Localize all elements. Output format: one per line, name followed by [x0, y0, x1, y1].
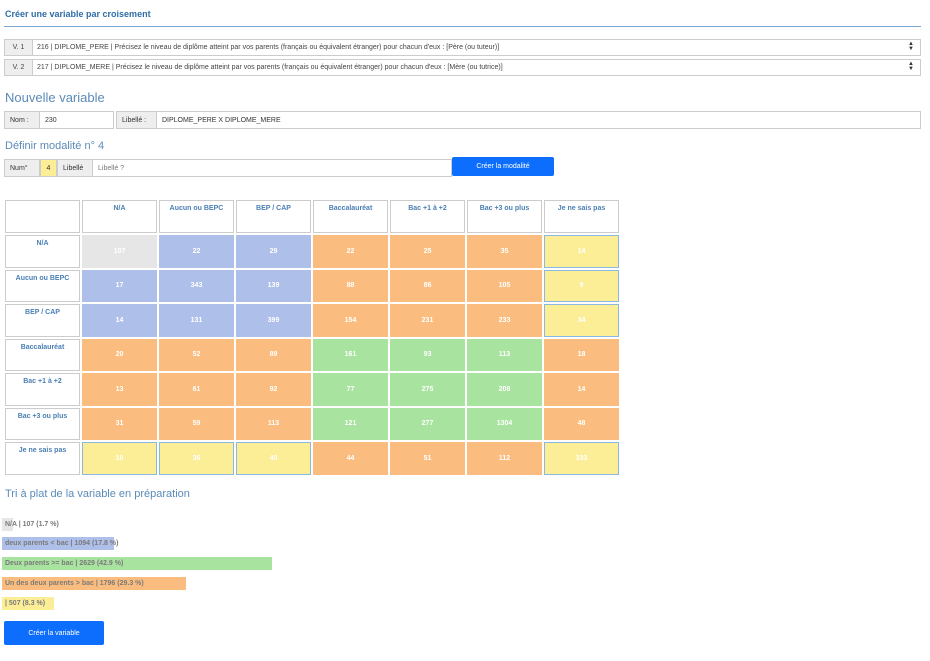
title-divider: [4, 26, 921, 27]
grid-cell[interactable]: 34: [544, 304, 619, 337]
row-header: Bac +1 à +2: [5, 373, 80, 406]
create-variable-button[interactable]: Créer la variable: [4, 621, 104, 645]
create-modalite-button[interactable]: Créer la modalité: [452, 157, 554, 176]
grid-cell[interactable]: 107: [82, 235, 157, 268]
column-header: Aucun ou BEPC: [159, 200, 234, 233]
grid-cell[interactable]: 275: [390, 373, 465, 406]
tri-bar: Deux parents >= bac | 2629 (42.9 %): [2, 557, 272, 570]
grid-cell[interactable]: 399: [236, 304, 311, 337]
tri-bar-label: deux parents < bac | 1094 (17.8 %): [5, 540, 119, 547]
page-title: Créer une variable par croisement: [5, 9, 151, 19]
grid-cell[interactable]: 231: [390, 304, 465, 337]
grid-cell[interactable]: 161: [313, 338, 388, 371]
tri-heading: Tri à plat de la variable en préparation: [5, 488, 190, 500]
grid-cell[interactable]: 52: [159, 338, 234, 371]
grid-cell[interactable]: 13: [82, 373, 157, 406]
grid-cell[interactable]: 22: [159, 235, 234, 268]
select-caret-icon: ▲ ▼: [908, 61, 914, 72]
tri-bar-label: Deux parents >= bac | 2629 (42.9 %): [5, 560, 124, 567]
grid-cell[interactable]: 233: [467, 304, 542, 337]
grid-cell[interactable]: 89: [236, 338, 311, 371]
modalite-heading: Définir modalité n° 4: [5, 140, 105, 152]
grid-cell[interactable]: 113: [236, 407, 311, 440]
tri-bar: deux parents < bac | 1094 (17.8 %): [2, 537, 118, 550]
grid-cell[interactable]: 36: [159, 442, 234, 475]
grid-cell[interactable]: 17: [82, 269, 157, 302]
row-header: N/A: [5, 235, 80, 268]
grid-cell[interactable]: 131: [159, 304, 234, 337]
grid-cell[interactable]: 105: [467, 269, 542, 302]
grid-cell[interactable]: 14: [544, 373, 619, 406]
grid-cell[interactable]: 35: [467, 235, 542, 268]
grid-cell[interactable]: 40: [236, 442, 311, 475]
grid-cell[interactable]: 208: [467, 373, 542, 406]
grid-cell[interactable]: 93: [390, 338, 465, 371]
grid-cell[interactable]: 139: [236, 269, 311, 302]
tri-bar-label: | 507 (8.3 %): [5, 600, 46, 607]
grid-cell[interactable]: 121: [313, 407, 388, 440]
modalite-libelle-input[interactable]: Libellé ?: [93, 159, 452, 177]
variable-2-row: V. 2 217 | DIPLOME_MERE | Précisez le ni…: [4, 59, 921, 76]
row-header: BEP / CAP: [5, 304, 80, 337]
row-header: Je ne sais pas: [5, 442, 80, 475]
grid-cell[interactable]: 61: [159, 373, 234, 406]
variable-2-value: 217 | DIPLOME_MERE | Précisez le niveau …: [37, 64, 503, 71]
modalite-libelle-label: Libellé: [57, 159, 93, 177]
grid-cell[interactable]: 77: [313, 373, 388, 406]
variable-1-select[interactable]: 216 | DIPLOME_PERE | Précisez le niveau …: [33, 39, 921, 56]
column-header: N/A: [82, 200, 157, 233]
column-header: Baccalauréat: [313, 200, 388, 233]
grid-cell[interactable]: 1304: [467, 407, 542, 440]
variable-1-row: V. 1 216 | DIPLOME_PERE | Précisez le ni…: [4, 39, 921, 56]
grid-cell[interactable]: 92: [236, 373, 311, 406]
grid-cell[interactable]: 88: [313, 269, 388, 302]
grid-cell[interactable]: 31: [82, 407, 157, 440]
column-header: BEP / CAP: [236, 200, 311, 233]
nom-input[interactable]: 230: [40, 111, 114, 129]
column-header: Bac +1 à +2: [390, 200, 465, 233]
row-header: Aucun ou BEPC: [5, 269, 80, 302]
variable-2-label: V. 2: [4, 59, 33, 76]
tri-bar-label: Un des deux parents > bac | 1796 (29.3 %…: [5, 580, 144, 587]
grid-cell[interactable]: 29: [236, 235, 311, 268]
grid-cell[interactable]: 14: [82, 304, 157, 337]
column-header: Je ne sais pas: [544, 200, 619, 233]
grid-cell[interactable]: 44: [313, 442, 388, 475]
new-variable-heading: Nouvelle variable: [5, 90, 105, 105]
num-value: 4: [40, 159, 57, 177]
grid-cell[interactable]: 113: [467, 338, 542, 371]
variable-1-value: 216 | DIPLOME_PERE | Précisez le niveau …: [37, 44, 500, 51]
variable-2-select[interactable]: 217 | DIPLOME_MERE | Précisez le niveau …: [33, 59, 921, 76]
grid-cell[interactable]: 9: [544, 269, 619, 302]
row-header: Baccalauréat: [5, 338, 80, 371]
grid-cell[interactable]: 112: [467, 442, 542, 475]
grid-cell[interactable]: 277: [390, 407, 465, 440]
libelle-label: Libellé :: [116, 111, 157, 129]
grid-cell[interactable]: 86: [390, 269, 465, 302]
tri-bar: Un des deux parents > bac | 1796 (29.3 %…: [2, 577, 187, 590]
grid-cell[interactable]: 343: [159, 269, 234, 302]
grid-cell[interactable]: 22: [313, 235, 388, 268]
tri-bar: N/A | 107 (1.7 %): [2, 518, 59, 531]
grid-cell[interactable]: 25: [390, 235, 465, 268]
nom-label: Nom :: [4, 111, 40, 129]
row-header: Bac +3 ou plus: [5, 407, 80, 440]
grid-cell[interactable]: 48: [544, 407, 619, 440]
grid-cell[interactable]: 20: [82, 338, 157, 371]
grid-cell[interactable]: 59: [159, 407, 234, 440]
grid-cell[interactable]: 333: [544, 442, 619, 475]
grid-corner-cell: [5, 200, 80, 233]
grid-cell[interactable]: 51: [390, 442, 465, 475]
grid-cell[interactable]: 14: [544, 235, 619, 268]
num-label: Num°: [4, 159, 40, 177]
variable-1-label: V. 1: [4, 39, 33, 56]
tri-bar: | 507 (8.3 %): [2, 597, 55, 610]
grid-cell[interactable]: 154: [313, 304, 388, 337]
grid-cell[interactable]: 18: [544, 338, 619, 371]
column-header: Bac +3 ou plus: [467, 200, 542, 233]
grid-cell[interactable]: 10: [82, 442, 157, 475]
libelle-input[interactable]: DIPLOME_PERE X DIPLOME_MERE: [157, 111, 921, 129]
tri-bar-label: N/A | 107 (1.7 %): [5, 521, 59, 528]
select-caret-icon: ▲ ▼: [908, 41, 914, 52]
